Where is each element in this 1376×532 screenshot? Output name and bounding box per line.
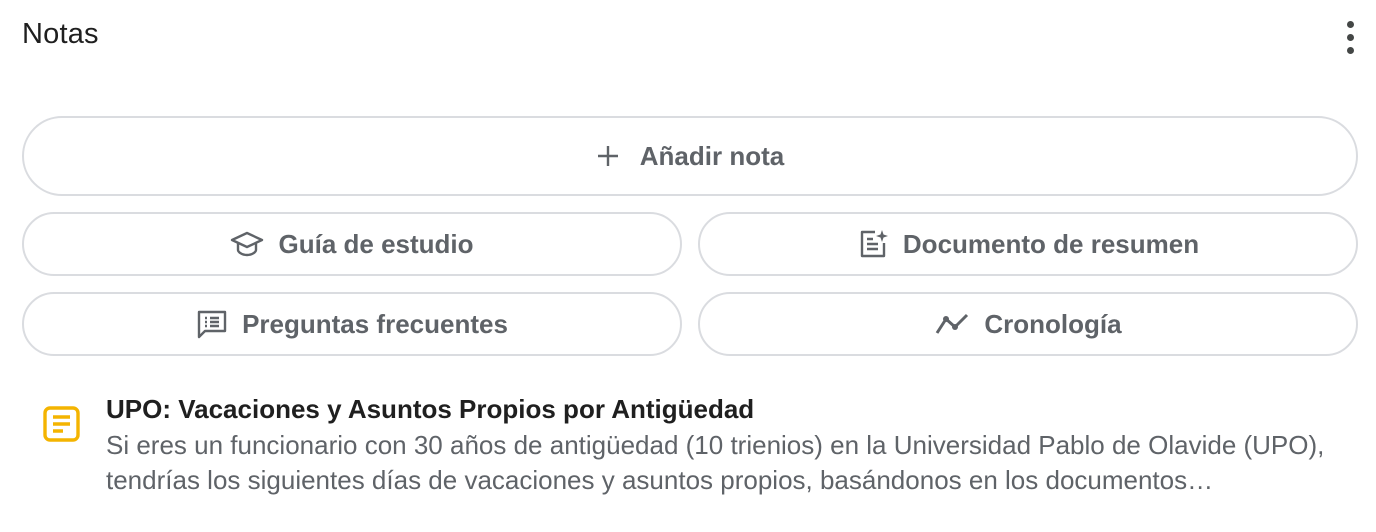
add-note-button[interactable]: Añadir nota [22,116,1358,196]
timeline-icon [936,313,969,334]
school-icon [231,231,264,257]
study-guide-button[interactable]: Guía de estudio [22,212,682,276]
notes-header: Notas [0,0,1376,80]
study-guide-label: Guía de estudio [278,228,474,259]
plus-icon [597,146,618,166]
timeline-label: Cronología [984,308,1122,339]
summary-doc-button[interactable]: Documento de resumen [698,212,1358,276]
note-item[interactable]: UPO: Vacaciones y Asuntos Propios por An… [22,390,1358,500]
timeline-button[interactable]: Cronología [698,292,1358,356]
note-icon [43,406,80,442]
more-vert-icon-dot [1346,46,1354,54]
note-title: UPO: Vacaciones y Asuntos Propios por An… [106,394,755,424]
faq-button[interactable]: Preguntas frecuentes [22,292,682,356]
summary-doc-label: Documento de resumen [902,228,1200,259]
more-options-button[interactable] [1334,18,1366,56]
faq-label: Preguntas frecuentes [242,308,508,339]
add-note-label: Añadir nota [639,140,785,171]
more-vert-icon [1346,20,1354,28]
note-snippet: Si eres un funcionario con 30 años de an… [106,430,1325,495]
chat-list-icon [197,310,227,339]
page-title: Notas [22,18,99,50]
summary-doc-icon [860,230,888,258]
more-vert-icon-dot [1346,33,1354,41]
